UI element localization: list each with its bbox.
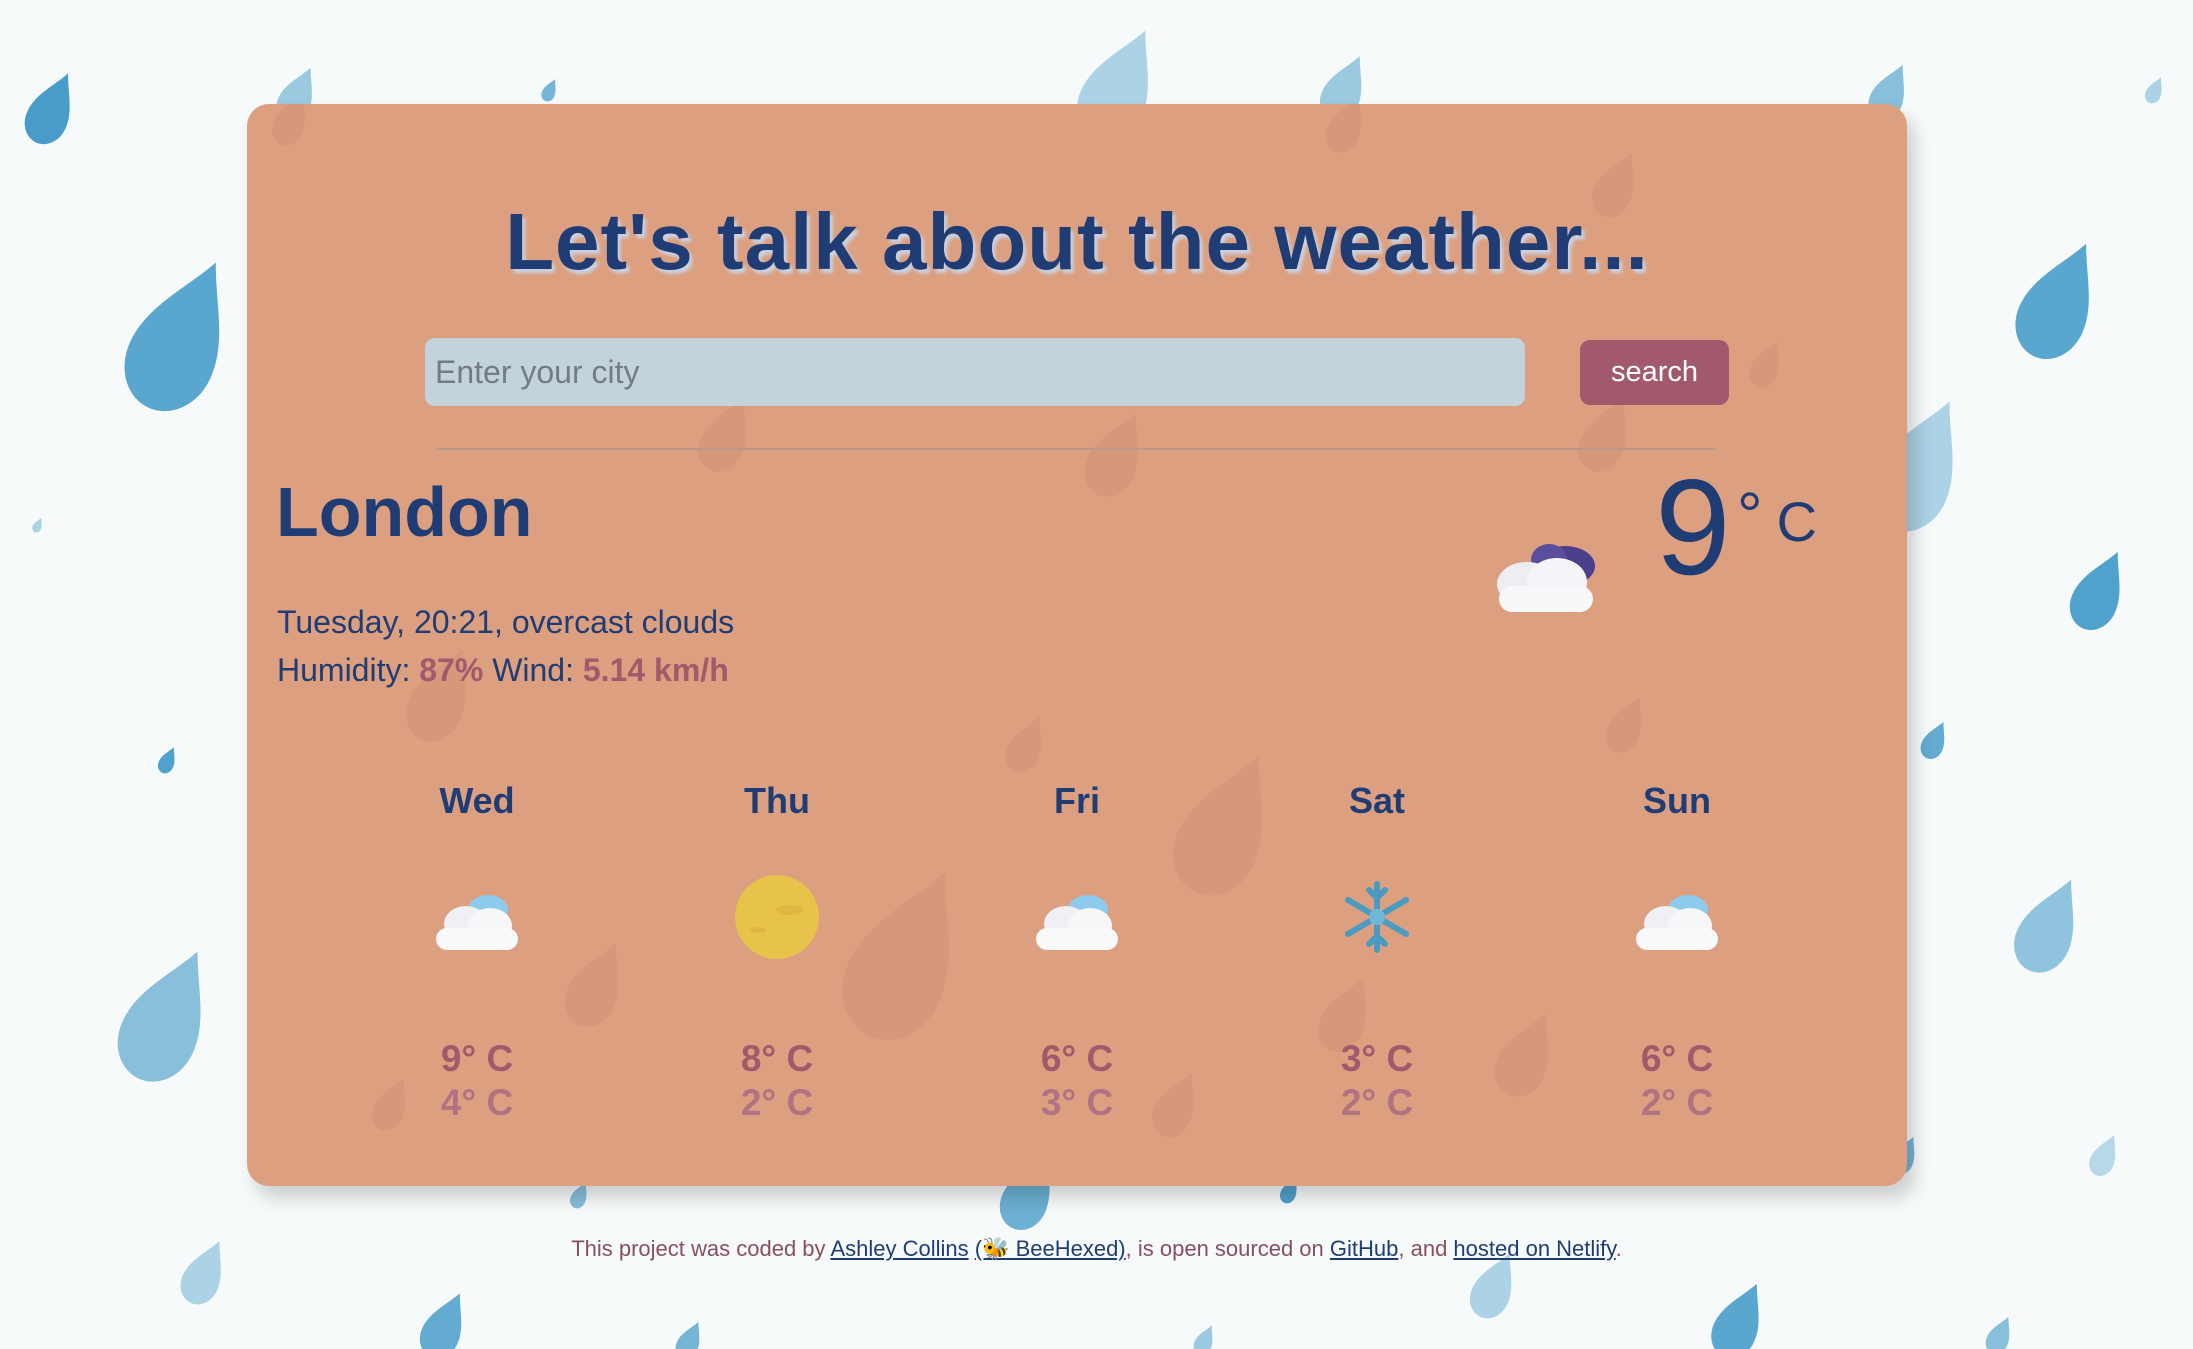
handle-link[interactable]: (🐝 BeeHexed) (975, 1236, 1126, 1261)
forecast-row: Wed 9° C 4° C Thu 8° C 2° C Fri 6° C 3° … (247, 104, 1907, 1186)
footer: This project was coded by Ashley Collins… (0, 1236, 2193, 1262)
footer-text: , and (1398, 1236, 1454, 1261)
forecast-day-name: Sun (1643, 780, 1711, 821)
cloud-icon (436, 895, 518, 950)
forecast-day-name: Thu (744, 780, 810, 821)
forecast-max-temp: 8° C (740, 1038, 814, 1079)
forecast-day-name: Wed (439, 780, 515, 821)
footer-text: . (1615, 1236, 1622, 1261)
forecast-day-name: Sat (1348, 780, 1406, 821)
forecast-min-temp: 2° C (1340, 1082, 1414, 1123)
forecast-min-temp: 2° C (1640, 1082, 1714, 1123)
github-link[interactable]: GitHub (1330, 1236, 1398, 1261)
forecast-day-name: Fri (1053, 780, 1100, 821)
cloud-icon (1036, 895, 1118, 950)
forecast-max-temp: 6° C (1040, 1038, 1114, 1079)
forecast-min-temp: 2° C (740, 1082, 814, 1123)
forecast-max-temp: 3° C (1340, 1038, 1414, 1079)
author-link[interactable]: Ashley Collins (830, 1236, 968, 1261)
snowflake-icon (1345, 881, 1409, 953)
sun-icon (735, 875, 819, 959)
footer-text: This project was coded by (571, 1236, 831, 1261)
forecast-min-temp: 4° C (440, 1082, 514, 1123)
forecast-max-temp: 9° C (440, 1038, 514, 1079)
footer-text: , is open sourced on (1125, 1236, 1330, 1261)
netlify-link[interactable]: hosted on Netlify (1453, 1236, 1615, 1261)
weather-card: Let's talk about the weather... search L… (247, 104, 1907, 1186)
forecast-max-temp: 6° C (1640, 1038, 1714, 1079)
forecast-min-temp: 3° C (1040, 1082, 1114, 1123)
cloud-icon (1636, 895, 1718, 950)
